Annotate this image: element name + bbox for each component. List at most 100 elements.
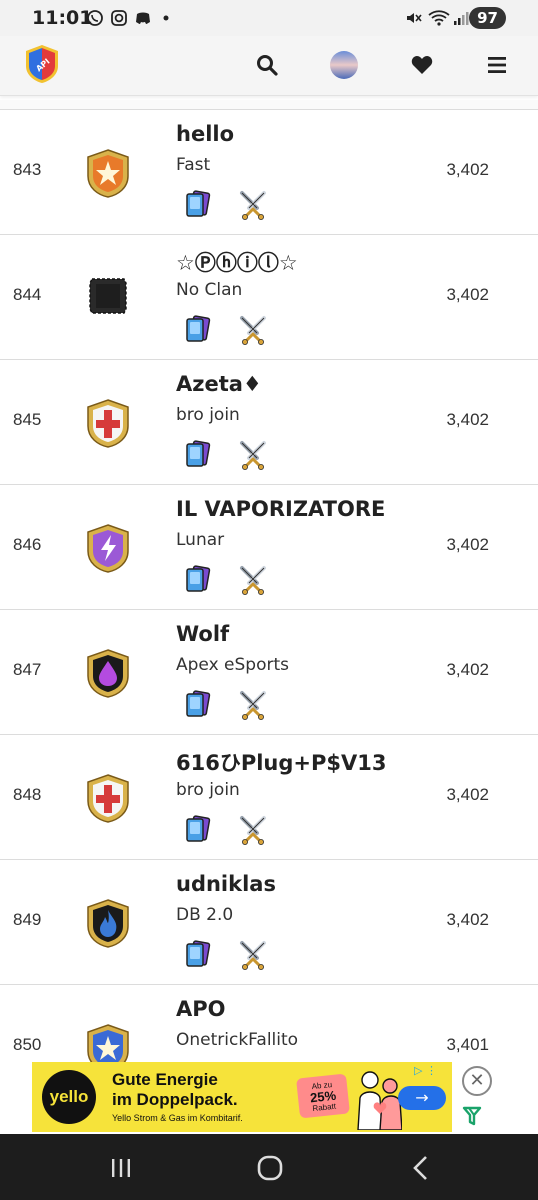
- ad-cta-button[interactable]: →: [398, 1086, 446, 1110]
- home-button[interactable]: [253, 1151, 287, 1185]
- clan-name[interactable]: bro join: [176, 780, 240, 800]
- player-trophies: 3,402: [446, 785, 489, 804]
- player-name[interactable]: 616ひPlug+P$V13: [176, 747, 386, 777]
- app-header: API: [0, 36, 538, 96]
- deck-cards-icon[interactable]: [183, 439, 213, 469]
- dot-icon: [163, 15, 169, 21]
- ranking-list: 843 hello Fast 3,402 844 ☆Ⓟⓗⓘⓛ☆ No Clan 3,402 84…: [0, 100, 538, 1065]
- player-trophies: 3,402: [446, 910, 489, 929]
- player-name[interactable]: Wolf: [176, 622, 229, 646]
- player-rank: 847: [13, 660, 42, 679]
- player-name[interactable]: Azeta♦: [176, 372, 262, 396]
- status-bar: 11:01 97: [0, 0, 538, 36]
- clan-name[interactable]: Apex eSports: [176, 655, 289, 675]
- player-trophies: 3,401: [446, 1035, 489, 1054]
- player-row[interactable]: 845 Azeta♦ bro join 3,402: [0, 360, 538, 485]
- clan-name[interactable]: No Clan: [176, 280, 242, 300]
- player-rank: 848: [13, 785, 42, 804]
- player-name[interactable]: udniklas: [176, 872, 276, 896]
- instagram-icon: [111, 10, 127, 26]
- ad-banner[interactable]: yello Gute Energie im Doppelpack. Yello …: [32, 1062, 452, 1132]
- player-row[interactable]: 844 ☆Ⓟⓗⓘⓛ☆ No Clan 3,402: [0, 235, 538, 360]
- ad-headline-2: im Doppelpack.: [112, 1090, 238, 1109]
- menu-button[interactable]: [482, 50, 512, 80]
- deck-cards-icon[interactable]: [183, 314, 213, 344]
- player-row[interactable]: 850 APO OnetrickFallito 3,401: [0, 985, 538, 1065]
- battles-swords-icon[interactable]: [237, 689, 269, 721]
- search-icon: [257, 55, 278, 76]
- avatar-icon: [330, 51, 358, 79]
- deck-cards-icon[interactable]: [183, 564, 213, 594]
- heart-icon: [411, 56, 433, 74]
- battles-swords-icon[interactable]: [237, 189, 269, 221]
- player-trophies: 3,402: [446, 285, 489, 304]
- player-rank: 849: [13, 910, 42, 929]
- player-row[interactable]: 848 616ひPlug+P$V13 bro join 3,402: [0, 735, 538, 860]
- search-button[interactable]: [252, 50, 282, 80]
- clan-badge-icon[interactable]: [86, 1023, 130, 1065]
- player-name[interactable]: IL VAPORIZATORE: [176, 497, 385, 521]
- player-trophies: 3,402: [446, 410, 489, 429]
- player-row[interactable]: 849 udniklas DB 2.0 3,402: [0, 860, 538, 985]
- player-name[interactable]: ☆Ⓟⓗⓘⓛ☆: [176, 247, 298, 277]
- favorites-button[interactable]: [407, 50, 437, 80]
- mute-icon: [407, 13, 422, 23]
- player-rank: 844: [13, 285, 42, 304]
- player-rank: 846: [13, 535, 42, 554]
- deck-cards-icon[interactable]: [183, 814, 213, 844]
- deck-cards-icon[interactable]: [183, 939, 213, 969]
- clan-badge-icon[interactable]: [86, 398, 130, 448]
- clan-name[interactable]: DB 2.0: [176, 905, 233, 925]
- system-nav-bar: [0, 1134, 538, 1200]
- player-trophies: 3,402: [446, 660, 489, 679]
- back-icon: [413, 1156, 427, 1180]
- deck-cards-icon[interactable]: [183, 689, 213, 719]
- player-row[interactable]: 843 hello Fast 3,402: [0, 110, 538, 235]
- clan-badge-icon[interactable]: [86, 148, 130, 198]
- ad-headline-1: Gute Energie: [112, 1070, 218, 1089]
- yello-logo: yello: [42, 1070, 96, 1124]
- avatar-button[interactable]: [329, 50, 359, 80]
- player-name[interactable]: hello: [176, 122, 234, 146]
- ad-feedback-icon[interactable]: [460, 1104, 484, 1128]
- clan-name[interactable]: Lunar: [176, 530, 224, 550]
- player-row[interactable]: 847 Wolf Apex eSports 3,402: [0, 610, 538, 735]
- deck-cards-icon[interactable]: [183, 189, 213, 219]
- battles-swords-icon[interactable]: [237, 439, 269, 471]
- recents-icon: [112, 1159, 130, 1177]
- player-rank: 845: [13, 410, 42, 429]
- app-root: 11:01 97 API 843 hello Fast 3,402 844 ☆Ⓟ…: [0, 0, 538, 1200]
- clan-badge-icon[interactable]: [86, 523, 130, 573]
- recents-button[interactable]: [104, 1151, 138, 1185]
- clan-badge-icon[interactable]: [86, 273, 130, 323]
- menu-icon: [488, 57, 506, 73]
- battles-swords-icon[interactable]: [237, 814, 269, 846]
- home-icon: [257, 1155, 283, 1181]
- battles-swords-icon[interactable]: [237, 314, 269, 346]
- wifi-icon: [428, 10, 450, 26]
- ad-promo-sticker: Ab zu 25% Rabatt: [296, 1073, 350, 1119]
- api-logo-icon[interactable]: API: [24, 44, 60, 84]
- clan-badge-icon[interactable]: [86, 773, 130, 823]
- player-rank: 850: [13, 1035, 42, 1054]
- ad-close-button[interactable]: ✕: [462, 1066, 492, 1096]
- battery-level: 97: [469, 7, 506, 29]
- player-name[interactable]: APO: [176, 997, 226, 1021]
- ad-promo-bottom: Rabatt: [311, 1101, 337, 1114]
- battles-swords-icon[interactable]: [237, 939, 269, 971]
- ad-subline: Yello Strom & Gas im Kombitarif.: [112, 1113, 243, 1123]
- discord-icon: [136, 12, 150, 24]
- player-trophies: 3,402: [446, 160, 489, 179]
- signal-icon: [454, 12, 469, 25]
- clan-name[interactable]: bro join: [176, 405, 240, 425]
- player-rank: 843: [13, 160, 42, 179]
- clan-name[interactable]: OnetrickFallito: [176, 1030, 298, 1050]
- back-button[interactable]: [404, 1151, 438, 1185]
- battles-swords-icon[interactable]: [237, 564, 269, 596]
- player-row[interactable]: 846 IL VAPORIZATORE Lunar 3,402: [0, 485, 538, 610]
- clan-badge-icon[interactable]: [86, 648, 130, 698]
- adchoices-icon[interactable]: ▷ ⋮: [414, 1064, 450, 1080]
- clan-name[interactable]: Fast: [176, 155, 210, 175]
- list-top-edge: [0, 100, 538, 110]
- clan-badge-icon[interactable]: [86, 898, 130, 948]
